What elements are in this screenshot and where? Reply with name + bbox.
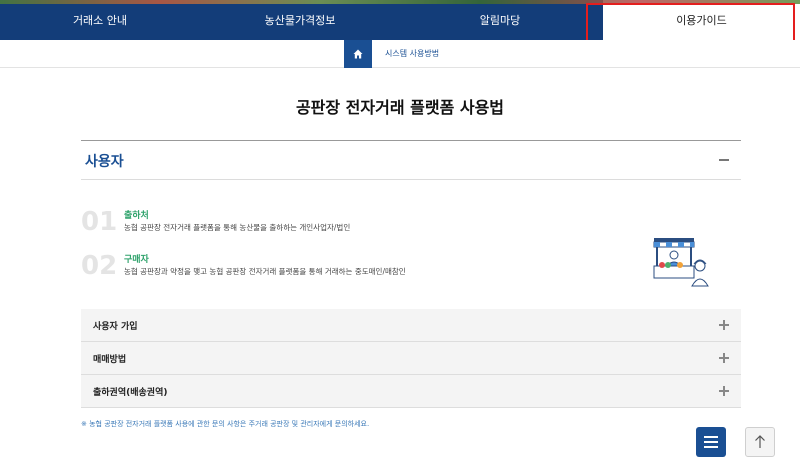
accordion-label: 매매방법 xyxy=(93,355,127,365)
banner-image-strip xyxy=(0,0,800,4)
accordion-signup[interactable]: 사용자 가입 xyxy=(81,309,741,342)
section-header-users[interactable]: 사용자 xyxy=(81,140,741,180)
nav-item-exchange-info[interactable]: 거래소 안내 xyxy=(0,0,200,40)
hamburger-icon xyxy=(704,436,718,438)
hamburger-icon xyxy=(704,446,718,448)
market-stall-illustration-icon xyxy=(653,238,709,287)
role-description: 농협 공판장과 약정을 맺고 농협 공판장 전자거래 플랫폼을 통해 거래하는 … xyxy=(124,267,406,276)
accordion-label: 출하권역(배송권역) xyxy=(93,388,168,398)
plus-icon[interactable] xyxy=(719,320,729,330)
plus-icon[interactable] xyxy=(719,353,729,363)
nav-item-price-info[interactable]: 농산물가격정보 xyxy=(200,0,400,40)
role-description: 농협 공판장 전자거래 플랫폼을 통해 농산물을 출하하는 개인사업자/법인 xyxy=(124,223,351,232)
breadcrumb-current[interactable]: 시스템 사용방법 xyxy=(385,48,439,59)
nav-item-user-guide[interactable]: 이용가이드 xyxy=(600,0,800,40)
notice-text: ※ 농협 공판장 전자거래 플랫폼 사용에 관한 문의 사항은 주거래 공판장 … xyxy=(81,420,370,428)
top-navigation: 거래소 안내 농산물가격정보 알림마당 이용가이드 xyxy=(0,0,800,40)
page-title: 공판장 전자거래 플랫폼 사용법 xyxy=(295,98,505,117)
breadcrumb: 시스템 사용방법 xyxy=(0,40,800,68)
section-title: 사용자 xyxy=(85,154,124,170)
role-number: 02 xyxy=(81,251,118,281)
home-icon xyxy=(353,49,363,59)
accordion-shipping-area[interactable]: 출하권역(배송권역) xyxy=(81,375,741,408)
accordion-label: 사용자 가입 xyxy=(93,322,138,332)
accordion-trading-method[interactable]: 매매방법 xyxy=(81,342,741,375)
role-name: 출하처 xyxy=(124,211,149,221)
minus-icon[interactable] xyxy=(719,159,729,161)
scroll-top-button[interactable] xyxy=(745,427,775,457)
arrow-up-icon xyxy=(755,435,765,448)
role-item-buyer: 02 구매자 농협 공판장과 약정을 맺고 농협 공판장 전자거래 플랫폼을 통… xyxy=(81,251,581,281)
home-button[interactable] xyxy=(344,40,372,68)
role-number: 01 xyxy=(81,207,118,237)
nav-item-notice[interactable]: 알림마당 xyxy=(400,0,600,40)
role-item-shipper: 01 출하처 농협 공판장 전자거래 플랫폼을 통해 농산물을 출하하는 개인사… xyxy=(81,207,581,237)
hamburger-icon xyxy=(704,441,718,443)
menu-button[interactable] xyxy=(696,427,726,457)
role-name: 구매자 xyxy=(124,255,149,265)
plus-icon[interactable] xyxy=(719,386,729,396)
